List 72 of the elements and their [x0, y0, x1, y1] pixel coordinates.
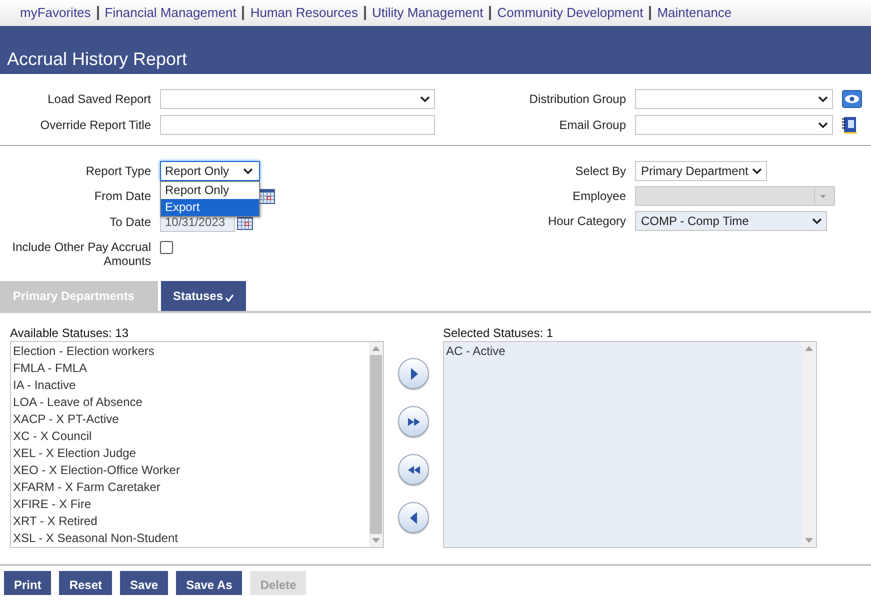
remove-all-button[interactable] — [398, 454, 429, 485]
list-item[interactable]: IA - Inactive — [13, 377, 369, 394]
field-label: Distribution Group — [529, 92, 626, 106]
list-item[interactable]: XACP - X PT-Active — [13, 411, 369, 428]
list-item[interactable]: XRT - X Retired — [13, 513, 369, 530]
list-item[interactable]: XFARM - X Farm Caretaker — [13, 479, 369, 496]
list-item[interactable]: XC - X Council — [13, 428, 369, 445]
nav-link[interactable]: Maintenance — [657, 6, 732, 20]
available-list[interactable] — [10, 341, 384, 548]
list-item[interactable]: FMLA - FMLA — [13, 360, 369, 377]
double-triangle-icon — [406, 416, 420, 428]
field-label: Report Type — [86, 164, 151, 178]
scrollbar[interactable] — [802, 342, 816, 547]
page-title: Accrual History Report — [7, 48, 188, 70]
field-label: Override Report Title — [40, 118, 151, 132]
scroll-up-icon[interactable] — [805, 346, 813, 351]
field-label: Email Group — [559, 118, 626, 132]
nav-link[interactable]: Utility Management — [372, 6, 484, 20]
email-group-select[interactable] — [635, 115, 833, 135]
action-button[interactable]: Save As — [176, 571, 242, 595]
field-label: Include Other Pay Accrual Amounts — [11, 240, 151, 268]
scroll-down-icon[interactable] — [805, 538, 813, 543]
selected-list[interactable]: AC - Active — [443, 341, 817, 548]
scroll-up-icon[interactable] — [372, 346, 380, 351]
list-item[interactable]: XEO - X Election-Office Worker — [13, 462, 369, 479]
dropdown-option[interactable]: Report Only — [161, 182, 259, 199]
caret-icon — [420, 96, 430, 102]
distribution-group-select[interactable] — [635, 89, 833, 109]
checkmark-icon — [225, 294, 234, 302]
load-saved-report-select[interactable] — [160, 89, 435, 109]
dropdown-option[interactable]: Export — [161, 199, 259, 216]
tab[interactable]: Statuses — [161, 281, 246, 311]
action-button[interactable]: Save — [120, 571, 168, 595]
report-title-field[interactable] — [160, 115, 435, 135]
hour-category-select[interactable]: COMP - Comp Time — [635, 211, 827, 231]
field-label: From Date — [94, 189, 151, 203]
nav-link[interactable]: Financial Management — [104, 6, 236, 20]
caret-icon — [818, 192, 828, 200]
field-label: Hour Category — [548, 214, 626, 228]
caret-icon — [818, 122, 828, 128]
add-button[interactable] — [398, 358, 429, 389]
list-item[interactable]: XSL - X Seasonal Non-Student — [13, 530, 369, 547]
field-label: Select By — [575, 164, 626, 178]
list-caption: Available Statuses: 13 — [10, 326, 130, 340]
checkbox[interactable] — [160, 241, 173, 254]
action-button[interactable]: Print — [4, 571, 52, 595]
select-by-select[interactable]: Primary Department — [635, 161, 767, 181]
caret-icon — [812, 218, 822, 224]
caret-icon — [818, 96, 828, 102]
action-button[interactable]: Reset — [59, 571, 112, 595]
remove-button[interactable] — [398, 502, 429, 533]
address-book-icon[interactable] — [842, 116, 858, 134]
field-label: Employee — [572, 189, 626, 203]
caret-icon — [243, 168, 253, 174]
nav-link[interactable]: Community Development — [497, 6, 644, 20]
scrollbar[interactable] — [369, 342, 383, 547]
nav-link[interactable]: myFavorites — [20, 6, 91, 20]
list-item[interactable]: XEL - X Election Judge — [13, 445, 369, 462]
eye-icon[interactable] — [842, 90, 862, 108]
list-item[interactable]: AC - Active — [446, 343, 802, 360]
caret-icon — [752, 168, 762, 174]
add-all-button[interactable] — [398, 406, 429, 437]
report-type-select[interactable]: Report Only — [160, 161, 260, 181]
list-caption: Selected Statuses: 1 — [443, 326, 554, 340]
list-item[interactable]: LOA - Leave of Absence — [13, 394, 369, 411]
list-item[interactable]: XFIRE - X Fire — [13, 496, 369, 513]
field-label: To Date — [110, 215, 151, 229]
scroll-down-icon[interactable] — [372, 538, 380, 543]
nav-link[interactable]: Human Resources — [250, 6, 358, 20]
list-item[interactable]: Election - Election workers — [13, 343, 369, 360]
field-label: Load Saved Report — [48, 92, 151, 106]
double-triangle-icon — [406, 464, 420, 476]
